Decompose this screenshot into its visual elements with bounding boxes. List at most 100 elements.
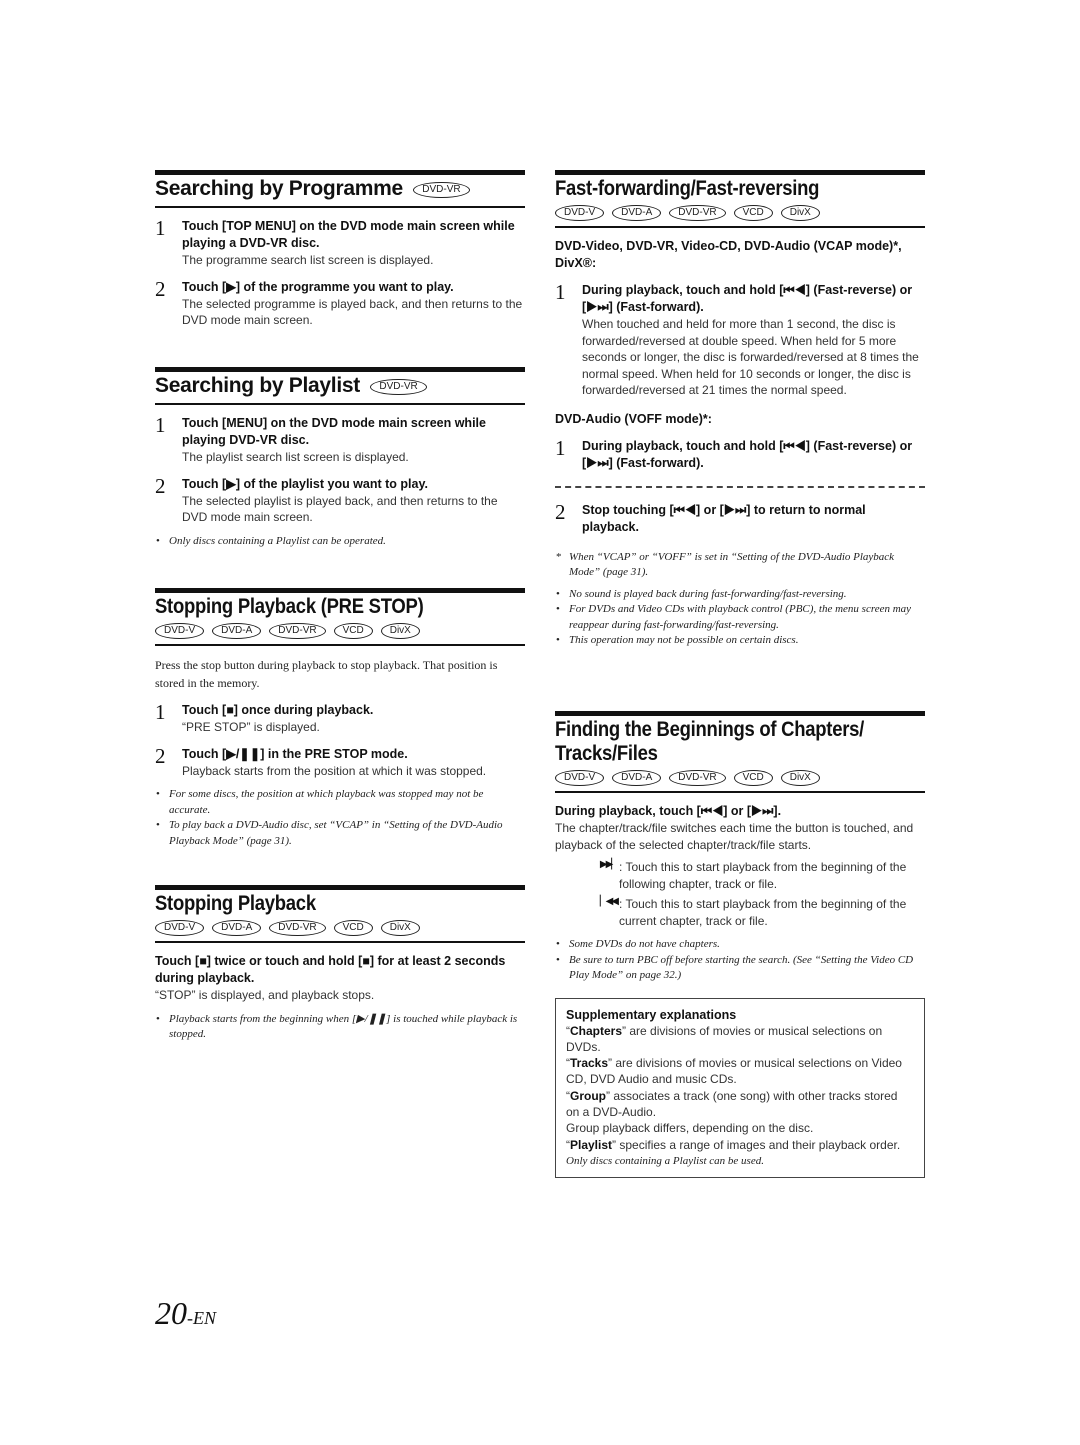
step-number: 1 [155, 413, 166, 437]
note: Only discs containing a Playlist can be … [155, 534, 525, 550]
instruction-description: The chapter/track/file switches each tim… [555, 821, 914, 852]
section-header: Searching by Playlist DVD-VR [155, 367, 525, 405]
badge-dvd-vr: DVD-VR [269, 623, 326, 639]
badge-dvd-vr: DVD-VR [269, 920, 326, 936]
next-chapter-explanation: ▶▶▏ : Touch this to start playback from … [569, 859, 925, 892]
term: Group [570, 1088, 606, 1103]
page-number: 20-EN [155, 1295, 216, 1331]
note: No sound is played back during fast-forw… [555, 587, 925, 603]
badge-vcd: VCD [333, 623, 373, 639]
note: For some discs, the position at which pl… [155, 787, 525, 818]
supplementary-line-group: “Group” associates a track (one song) wi… [566, 1088, 898, 1119]
previous-chapter-explanation: ▏◀◀ : Touch this to start playback from … [569, 896, 925, 929]
icon-explanation: : Touch this to start playback from the … [619, 897, 907, 928]
step-description: Playback starts from the position at whi… [182, 763, 487, 778]
step: 2 Touch [▶] of the playlist you want to … [155, 475, 525, 526]
supplementary-explanations-box: Supplementary explanations “Chapters” ar… [555, 997, 925, 1178]
section-header: Stopping Playback (PRE STOP) DVD-V DVD-A… [155, 588, 525, 646]
step-title: During playback, touch and hold [⏮◀] (Fa… [582, 438, 913, 470]
note: Some DVDs do not have chapters. [555, 937, 925, 953]
section-header: Finding the Beginnings of Chapters/ Trac… [555, 711, 925, 793]
note: For DVDs and Video CDs with playback con… [555, 602, 925, 633]
icon-explanation: : Touch this to start playback from the … [619, 860, 907, 891]
intro-text: Press the stop button during playback to… [155, 658, 498, 690]
section-searching-by-playlist: Searching by Playlist DVD-VR 1 Touch [ME… [155, 367, 525, 549]
section-header: Fast-forwarding/Fast-reversing DVD-V DVD… [555, 170, 925, 228]
badge-dvd-vr: DVD-VR [370, 379, 427, 395]
step-description: “PRE STOP” is displayed. [182, 720, 320, 734]
step-title: Touch [▶/❚❚] in the PRE STOP mode. [182, 746, 408, 761]
instruction: During playback, touch [⏮◀] or [▶⏭]. [555, 804, 782, 818]
skip-forward-icon: ▶▶▏ [599, 859, 619, 870]
step: 1 Touch [■] once during playback. “PRE S… [155, 702, 525, 736]
disc-type-badges: DVD-V DVD-A DVD-VR VCD DivX [155, 623, 525, 639]
section-header: Stopping Playback DVD-V DVD-A DVD-VR VCD… [155, 885, 525, 943]
section-title: Stopping Playback (PRE STOP) [155, 595, 424, 618]
step-number: 2 [155, 743, 166, 768]
instruction: Touch [■] twice or touch and hold [■] fo… [155, 954, 506, 985]
step: 2 Touch [▶/❚❚] in the PRE STOP mode. Pla… [155, 743, 525, 780]
footnote: When “VCAP” or “VOFF” is set in “Setting… [555, 550, 925, 581]
section-stopping-playback-pre-stop: Stopping Playback (PRE STOP) DVD-V DVD-A… [155, 588, 525, 849]
section-title: Stopping Playback [155, 892, 316, 915]
term: Playlist [570, 1137, 613, 1152]
step-description: The programme search list screen is disp… [182, 253, 434, 267]
subheading-voff: DVD-Audio (VOFF mode)*: [555, 411, 712, 426]
badge-dvd-v: DVD-V [155, 920, 205, 936]
disc-type-badges: DVD-V DVD-A DVD-VR VCD DivX [555, 205, 925, 221]
badge-vcd: VCD [733, 205, 773, 221]
badge-dvd-vr: DVD-VR [669, 770, 726, 786]
section-finding-beginnings: Finding the Beginnings of Chapters/ Trac… [555, 711, 925, 1178]
supplementary-line-playlist: “Playlist” specifies a range of images a… [566, 1137, 901, 1152]
disc-type-badges: DVD-V DVD-A DVD-VR VCD DivX [555, 770, 925, 786]
badge-vcd: VCD [733, 770, 773, 786]
step: 2 Touch [▶] of the programme you want to… [155, 276, 525, 329]
supplementary-line-tracks: “Tracks” are divisions of movies or musi… [566, 1056, 902, 1087]
step-number: 1 [155, 700, 166, 724]
subheading-formats: DVD-Video, DVD-VR, Video-CD, DVD-Audio (… [555, 239, 902, 270]
badge-dvd-a: DVD-A [212, 920, 262, 936]
step-description: The selected playlist is played back, an… [182, 493, 498, 525]
section-stopping-playback: Stopping Playback DVD-V DVD-A DVD-VR VCD… [155, 885, 525, 1043]
section-title: Finding the Beginnings of Chapters/ Trac… [555, 718, 865, 765]
step-title: During playback, touch and hold [⏮◀] (Fa… [582, 283, 913, 314]
step: 1 Touch [TOP MENU] on the DVD mode main … [155, 218, 525, 269]
badge-dvd-a: DVD-A [212, 623, 262, 639]
step-number: 1 [555, 280, 566, 304]
badge-dvd-v: DVD-V [555, 770, 605, 786]
badge-divx: DivX [380, 920, 420, 936]
step-description: When touched and held for more than 1 se… [582, 317, 919, 397]
badge-divx: DivX [780, 205, 820, 221]
section-header: Searching by Programme DVD-VR [155, 170, 525, 208]
step-number: 2 [555, 499, 566, 524]
term: Chapters [570, 1023, 623, 1038]
step-title: Stop touching [⏮◀] or [▶⏭] to return to … [582, 502, 866, 534]
note: To play back a DVD-Audio disc, set “VCAP… [155, 818, 525, 849]
step-title: Touch [▶] of the programme you want to p… [182, 279, 454, 294]
badge-divx: DivX [380, 623, 420, 639]
step-description: The selected programme is played back, a… [182, 296, 523, 328]
step: 1 During playback, touch and hold [⏮◀] (… [555, 435, 925, 472]
note: This operation may not be possible on ce… [555, 633, 925, 649]
section-title: Fast-forwarding/Fast-reversing [555, 177, 820, 200]
step-title: Touch [TOP MENU] on the DVD mode main sc… [182, 219, 515, 250]
skip-back-icon: ▏◀◀ [599, 896, 619, 907]
step-number: 1 [155, 216, 166, 240]
note: Be sure to turn PBC off before starting … [555, 953, 925, 984]
badge-vcd: VCD [333, 920, 373, 936]
step-number: 1 [555, 435, 566, 460]
supplementary-line-group-playback: Group playback differs, depending on the… [566, 1121, 814, 1136]
badge-dvd-vr: DVD-VR [669, 205, 726, 221]
badge-dvd-v: DVD-V [155, 623, 205, 639]
supplementary-line-chapters: “Chapters” are divisions of movies or mu… [566, 1023, 883, 1054]
step-title: Touch [▶] of the playlist you want to pl… [182, 476, 428, 491]
badge-dvd-a: DVD-A [612, 770, 662, 786]
note: Playback starts from the beginning when … [155, 1012, 525, 1043]
supplementary-note: Only discs containing a Playlist can be … [566, 1154, 764, 1167]
step-title: Touch [■] once during playback. [182, 703, 374, 717]
section-title: Searching by Playlist [155, 374, 360, 397]
instruction-description: “STOP” is displayed, and playback stops. [155, 988, 375, 1002]
section-fast-forwarding-reversing: Fast-forwarding/Fast-reversing DVD-V DVD… [555, 170, 925, 649]
step-number: 2 [155, 276, 166, 301]
step: 2 Stop touching [⏮◀] or [▶⏭] to return t… [555, 499, 925, 536]
